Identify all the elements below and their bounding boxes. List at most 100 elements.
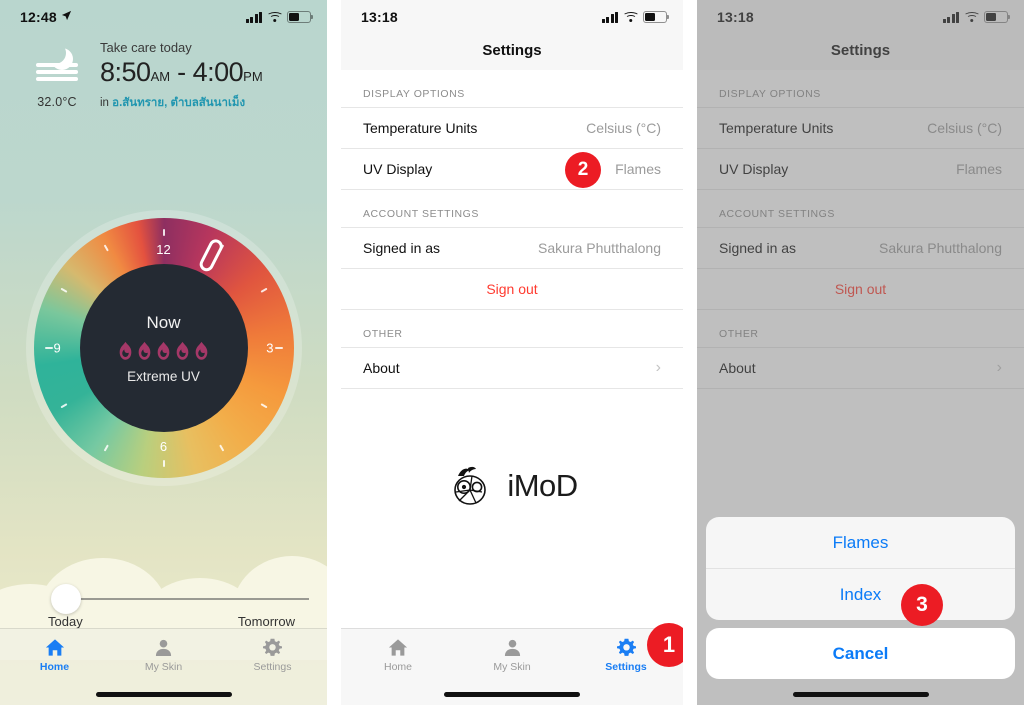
tab-my-skin[interactable]: My Skin: [109, 637, 218, 673]
dial-hour-3: 3: [266, 340, 274, 356]
phone-panel-settings: 13:18 Settings DISPLAY OPTIONS Temperatu…: [341, 0, 683, 705]
section-header-display-options: DISPLAY OPTIONS: [363, 88, 465, 100]
imod-mascot-icon: [446, 460, 498, 512]
uv-start-meridiem: AM: [150, 69, 171, 84]
annotation-badge-2: 2: [565, 152, 601, 188]
row-label: About: [363, 360, 400, 376]
home-indicator: [444, 692, 580, 697]
cellular-signal-icon: [601, 11, 618, 23]
slider-track[interactable]: [68, 598, 309, 600]
action-sheet-option-index[interactable]: Index: [706, 568, 1015, 620]
flame-icon: [174, 341, 191, 361]
weather-summary: 32.0°C Take care today 8:50AM - 4:00PM i…: [0, 40, 327, 112]
tab-settings[interactable]: Settings: [218, 637, 327, 673]
dial-hour-6: 6: [159, 439, 168, 454]
row-value: Sakura Phutthalong: [538, 240, 661, 256]
action-sheet-option-flames[interactable]: Flames: [706, 517, 1015, 568]
wifi-icon: [622, 11, 639, 23]
annotation-badge-3: 3: [901, 584, 943, 626]
row-label: UV Display: [363, 161, 433, 177]
tab-home[interactable]: Home: [0, 637, 109, 673]
status-bar: 13:18: [341, 0, 683, 30]
slider-knob[interactable]: [51, 584, 81, 614]
uv-end-meridiem: PM: [243, 69, 263, 84]
chevron-right-icon: ›: [655, 359, 661, 376]
annotation-badge-1: 1: [647, 623, 683, 667]
dial-center-disc: Now Extreme UV: [79, 264, 248, 432]
row-label: Temperature Units: [363, 120, 478, 136]
brand-name: iMoD: [507, 468, 578, 503]
row-value: Celsius (°C): [586, 120, 661, 136]
flame-rating: [117, 341, 210, 361]
section-header-other: OTHER: [363, 328, 403, 340]
dial-hour-12: 12: [156, 242, 171, 257]
person-icon: [503, 637, 522, 657]
home-indicator: [792, 692, 929, 697]
row-temperature-units[interactable]: Temperature Units Celsius (°C): [341, 107, 683, 149]
tab-settings-label: Settings: [253, 661, 292, 673]
tab-bar: Home My Skin Settings: [0, 628, 327, 705]
uv-window-times: 8:50AM - 4:00PM: [100, 57, 309, 88]
uv-clock-dial[interactable]: 12 3 6 9 Now Extreme UV: [25, 210, 302, 486]
row-sign-out[interactable]: Sign out: [341, 269, 683, 310]
location-name: อ.สันทราย, ตำบลสันนาเม็ง: [112, 97, 246, 110]
location-arrow-icon: [61, 10, 72, 24]
page-title: Settings: [482, 41, 542, 59]
moon-cloud-icon: [33, 42, 81, 86]
settings-list: DISPLAY OPTIONS Temperature Units Celsiu…: [341, 70, 683, 628]
home-indicator: [95, 692, 232, 697]
person-icon: [154, 637, 173, 657]
home-icon: [388, 637, 408, 657]
row-uv-display[interactable]: UV Display Flames: [341, 149, 683, 190]
location-prefix: in: [100, 97, 109, 110]
row-label: Signed in as: [363, 240, 441, 256]
wifi-icon: [266, 11, 283, 23]
action-sheet: Flames Index Cancel: [706, 517, 1015, 679]
row-signed-in-as[interactable]: Signed in as Sakura Phutthalong: [341, 227, 683, 269]
uv-end-time: 4:00: [192, 57, 244, 87]
flame-icon: [193, 341, 210, 361]
phone-panel-home: 12:48 32.0°C Take care today 8:50AM - 4:…: [0, 0, 327, 705]
slider-label-today: Today: [48, 614, 83, 629]
status-time: 12:48: [20, 9, 57, 25]
dial-hour-9: 9: [53, 340, 61, 356]
uv-start-time: 8:50: [100, 57, 151, 87]
action-sheet-cancel-button[interactable]: Cancel: [706, 628, 1015, 679]
flame-icon: [155, 341, 172, 361]
phone-panel-action-sheet: 13:18 Settings DISPLAY OPTIONS Temperatu…: [697, 0, 1024, 705]
location-line: in อ.สันทราย, ตำบลสันนาเม็ง: [100, 94, 309, 112]
row-about[interactable]: About ›: [341, 347, 683, 389]
nav-bar: Settings: [341, 30, 683, 70]
care-note: Take care today: [100, 40, 192, 55]
row-value: Flames: [615, 161, 661, 177]
tab-bar: Home My Skin Settings: [341, 628, 683, 705]
tab-home-label: Home: [383, 661, 412, 673]
flame-icon: [117, 341, 134, 361]
tab-settings-label: Settings: [605, 661, 647, 673]
cellular-signal-icon: [245, 11, 262, 23]
uv-level-label: Extreme UV: [127, 368, 200, 384]
tab-home[interactable]: Home: [341, 637, 455, 673]
status-time: 13:18: [361, 9, 398, 25]
temperature-value: 32.0°C: [37, 95, 77, 109]
status-bar: 12:48: [0, 0, 327, 30]
tab-my-skin-label: My Skin: [493, 661, 531, 673]
flame-icon: [136, 341, 153, 361]
dial-now-label: Now: [146, 312, 181, 332]
home-icon: [45, 637, 65, 657]
tab-my-skin-label: My Skin: [144, 661, 183, 673]
slider-label-tomorrow: Tomorrow: [237, 614, 295, 629]
time-dash: -: [177, 57, 186, 87]
battery-icon: [287, 11, 314, 23]
action-sheet-options: Flames Index: [706, 517, 1015, 620]
section-header-account-settings: ACCOUNT SETTINGS: [363, 208, 479, 220]
gear-icon: [616, 637, 636, 657]
brand-logo: iMoD: [341, 460, 683, 512]
tab-my-skin[interactable]: My Skin: [455, 637, 569, 673]
tab-home-label: Home: [39, 661, 70, 673]
gear-icon: [263, 637, 282, 657]
day-slider[interactable]: Today Tomorrow: [0, 582, 327, 629]
three-panel-screenshot: 12:48 32.0°C Take care today 8:50AM - 4:…: [0, 0, 1024, 705]
sign-out-label: Sign out: [486, 281, 538, 297]
battery-icon: [643, 11, 670, 23]
